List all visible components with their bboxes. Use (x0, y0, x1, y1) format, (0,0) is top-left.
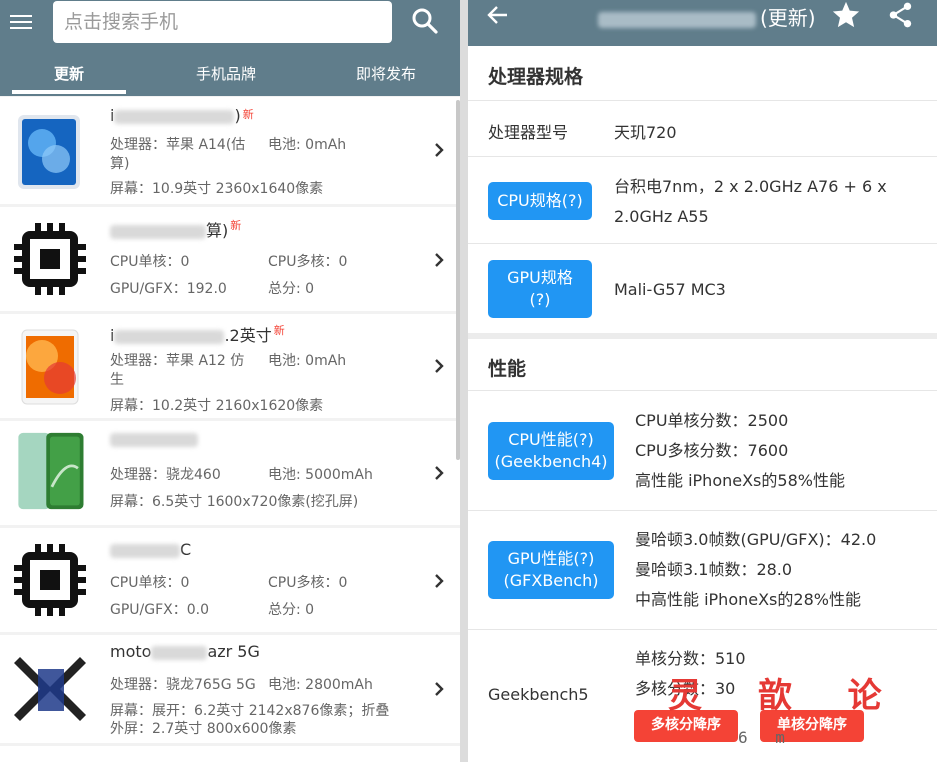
cpu-spec-value: 台积电7nm，2 x 2.0GHz A76 + 6 x 2.0GHz A55 (614, 177, 887, 226)
spec-screen: 屏幕：10.2英寸 2160x1620像素 (110, 398, 324, 414)
cpu-performance-value: CPU单核分数：2500 CPU多核分数：7600 高性能 iPhoneXs的5… (635, 411, 845, 490)
device-name: moto azr 5G (110, 642, 260, 661)
gpu-performance-value: 曼哈顿3.0帧数(GPU/GFX)：42.0 曼哈顿3.1帧数：28.0 中高性… (635, 530, 877, 609)
spec-cpu-multi: CPU多核：0 (268, 575, 348, 591)
divider (468, 510, 937, 511)
section-title-performance: 性能 (488, 358, 527, 380)
detail-title: (更新) (598, 2, 816, 31)
divider (468, 243, 937, 244)
phone-thumbnail (18, 432, 84, 510)
spec-gpu: GPU/GFX：192.0 (110, 281, 227, 297)
spec-processor: 处理器：骁龙460 (110, 467, 221, 483)
device-name: i) 新 (110, 106, 254, 125)
divider (468, 390, 937, 391)
spec-cpu-multi: CPU多核：0 (268, 254, 348, 270)
chevron-right-icon (435, 466, 444, 480)
divider (468, 156, 937, 157)
device-name (110, 429, 198, 448)
list-item[interactable]: i) 新 处理器：苹果 A14(估 电池: 0mAh 算) 屏幕：10.9英寸 2… (0, 97, 460, 204)
foldable-phone-thumbnail (14, 657, 86, 721)
list-item[interactable]: i .2英寸新 处理器：苹果 A12 仿 电池: 0mAh 生 屏幕：10.2英寸… (0, 314, 460, 418)
spec-screen: 屏幕：6.5英寸 1600x720像素(挖孔屏) (110, 494, 359, 510)
tablet-thumbnail (21, 329, 79, 405)
list-item[interactable]: C CPU单核：0 CPU多核：0 GPU/GFX：0.0 总分: 0 (0, 528, 460, 632)
section-gap (468, 333, 937, 339)
divider (468, 629, 937, 630)
new-badge: 新 (242, 108, 254, 121)
device-name: 算) 新 (110, 217, 241, 241)
chevron-right-icon (435, 359, 444, 373)
spec-processor-cont: 算) (110, 156, 130, 172)
spec-screen-cont: 外屏：2.7英寸 800x600像素 (110, 721, 297, 737)
gpu-performance-help-button[interactable]: GPU性能(?) (GFXBench) (488, 541, 614, 599)
spec-battery: 电池: 2800mAh (268, 677, 373, 693)
spec-total: 总分: 0 (268, 602, 315, 618)
spec-total: 总分: 0 (268, 281, 315, 297)
spec-processor: 处理器：骁龙765G 5G (110, 677, 256, 693)
tab-indicator (12, 90, 126, 94)
spec-screen: 屏幕：10.9英寸 2360x1640像素 (110, 181, 324, 197)
section-title-processor: 处理器规格 (488, 66, 584, 88)
spec-processor: 处理器：苹果 A12 仿 (110, 353, 245, 369)
device-list-pane: 更新 手机品牌 即将发布 i)新 处理器：苹果 A14(估 电池: 0mAh 算… (0, 0, 460, 762)
tab-upcoming[interactable]: 即将发布 (326, 63, 446, 89)
spec-battery: 电池: 0mAh (268, 353, 347, 369)
search-input[interactable] (53, 1, 392, 43)
list-item[interactable] (0, 746, 460, 762)
device-name: C (110, 540, 191, 559)
spec-processor-cont: 生 (110, 372, 124, 388)
new-badge: 新 (230, 219, 242, 232)
pane-divider (460, 0, 468, 762)
watermark-url: 6 m (738, 728, 794, 747)
spec-battery: 电池: 0mAh (268, 137, 347, 153)
spec-cpu-single: CPU单核：0 (110, 575, 190, 591)
geekbench5-label: Geekbench5 (488, 685, 589, 704)
tablet-thumbnail (18, 115, 80, 189)
processor-model-value: 天玑720 (614, 123, 677, 142)
star-icon[interactable] (831, 0, 861, 30)
watermark-logo: 灵 歆 论 坛 (668, 676, 937, 716)
chevron-right-icon (435, 574, 444, 588)
gpu-spec-value: Mali-G57 MC3 (614, 280, 726, 299)
spec-gpu: GPU/GFX：0.0 (110, 602, 210, 618)
list-scrollbar[interactable] (456, 100, 460, 460)
tab-updates[interactable]: 更新 (12, 63, 126, 89)
gpu-spec-help-button[interactable]: GPU规格 (?) (488, 260, 592, 318)
chip-icon (14, 223, 86, 295)
cpu-performance-help-button[interactable]: CPU性能(?) (Geekbench4) (488, 422, 614, 480)
share-icon[interactable] (888, 2, 914, 28)
spec-processor: 处理器：苹果 A14(估 (110, 137, 246, 153)
tab-brands[interactable]: 手机品牌 (166, 63, 286, 89)
top-app-bar: 更新 手机品牌 即将发布 (0, 0, 460, 96)
spec-cpu-single: CPU单核：0 (110, 254, 190, 270)
cpu-spec-help-button[interactable]: CPU规格(?) (488, 182, 592, 220)
chevron-right-icon (435, 253, 444, 267)
back-arrow-icon[interactable] (486, 3, 510, 27)
new-badge: 新 (273, 324, 285, 337)
list-item[interactable]: 算) 新 CPU单核：0 CPU多核：0 GPU/GFX：192.0 总分: 0 (0, 207, 460, 311)
chip-icon (14, 544, 86, 616)
chevron-right-icon (435, 143, 444, 157)
list-item[interactable]: 处理器：骁龙460 电池: 5000mAh 屏幕：6.5英寸 1600x720像… (0, 421, 460, 525)
list-item[interactable]: moto azr 5G 处理器：骁龙765G 5G 电池: 2800mAh 屏幕：… (0, 635, 460, 743)
processor-model-label: 处理器型号 (488, 123, 569, 142)
menu-icon[interactable] (10, 11, 32, 31)
detail-app-bar: (更新) (468, 0, 937, 46)
divider (468, 100, 937, 101)
spec-battery: 电池: 5000mAh (268, 467, 373, 483)
chevron-right-icon (435, 682, 444, 696)
spec-screen: 屏幕：展开：6.2英寸 2142x876像素；折叠 (110, 703, 390, 719)
search-icon[interactable] (411, 7, 439, 35)
device-name: i .2英寸新 (110, 324, 285, 345)
device-detail-pane: (更新) 处理器规格 处理器型号 天玑720 CPU规格(?) 台积电7nm，2… (468, 0, 937, 762)
search-box[interactable] (53, 1, 392, 43)
